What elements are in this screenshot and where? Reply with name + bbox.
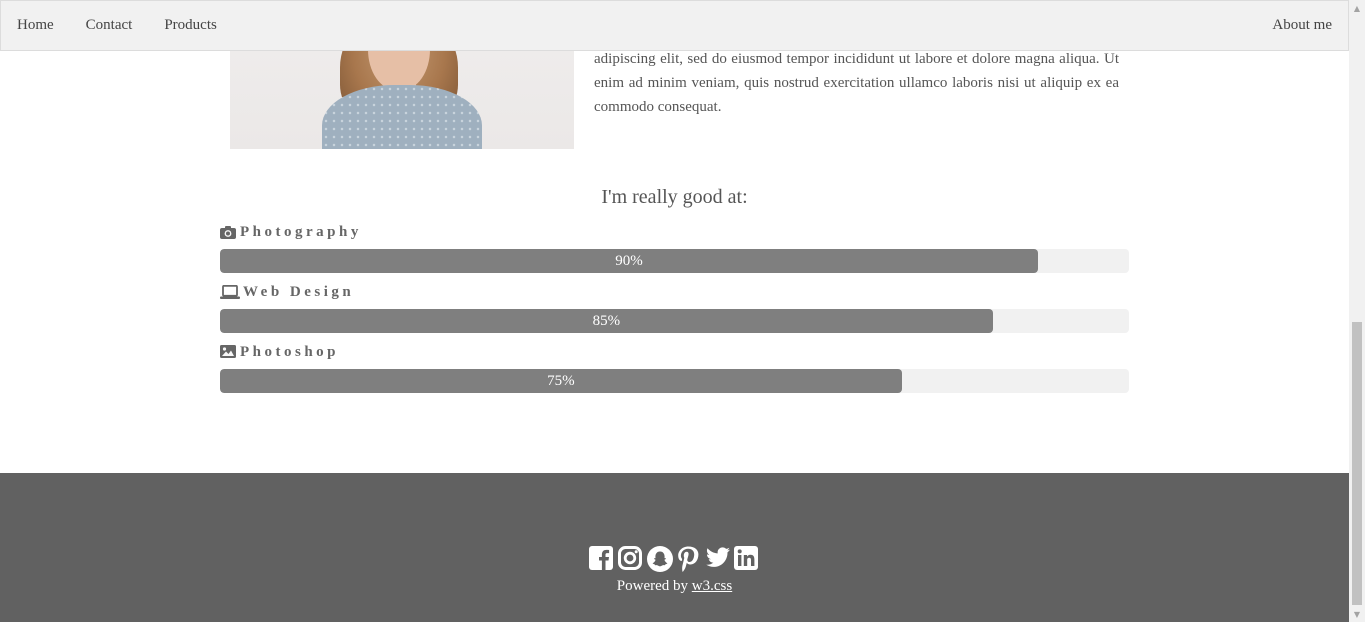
skills-heading: I'm really good at: [601,186,748,208]
twitter-icon[interactable] [705,546,731,572]
social-icons [0,546,1349,572]
skill-label-photoshop: Photoshop [220,342,339,362]
powered-by-text: Powered by w3.css [616,578,733,594]
snapchat-icon[interactable] [647,546,673,572]
image-icon [220,345,237,359]
pinterest-icon[interactable] [676,546,702,572]
web-design-progress-bar: 85% [220,309,1129,333]
top-navbar: Home Contact Products About me [0,0,1349,51]
w3css-link[interactable]: w3.css [692,578,732,594]
web-design-progress-fill: 85% [220,309,993,333]
skill-label-photography: Photography [220,222,362,242]
photography-progress-fill: 90% [220,249,1039,273]
nav-home-link[interactable]: Home [1,0,70,51]
laptop-icon [220,285,240,299]
skill-label-web-design: Web Design [220,282,354,302]
nav-products-link[interactable]: Products [148,0,233,51]
page: Home Contact Products About me adipiscin… [0,0,1349,622]
camera-icon [220,225,237,239]
nav-about-link[interactable]: About me [1256,0,1348,51]
scroll-up-arrow-icon[interactable]: ▲ [1349,0,1365,16]
footer: Powered by w3.css [0,473,1349,622]
facebook-icon[interactable] [589,546,615,572]
instagram-icon[interactable] [618,546,644,572]
photography-progress-bar: 90% [220,249,1129,273]
nav-contact-link[interactable]: Contact [70,0,149,51]
linkedin-icon[interactable] [734,546,760,572]
photoshop-progress-bar: 75% [220,369,1129,393]
page-scrollbar[interactable]: ▲ ▼ [1349,0,1365,622]
photoshop-progress-fill: 75% [220,369,902,393]
scrollbar-thumb[interactable] [1352,322,1362,605]
scroll-down-arrow-icon[interactable]: ▼ [1349,606,1365,622]
